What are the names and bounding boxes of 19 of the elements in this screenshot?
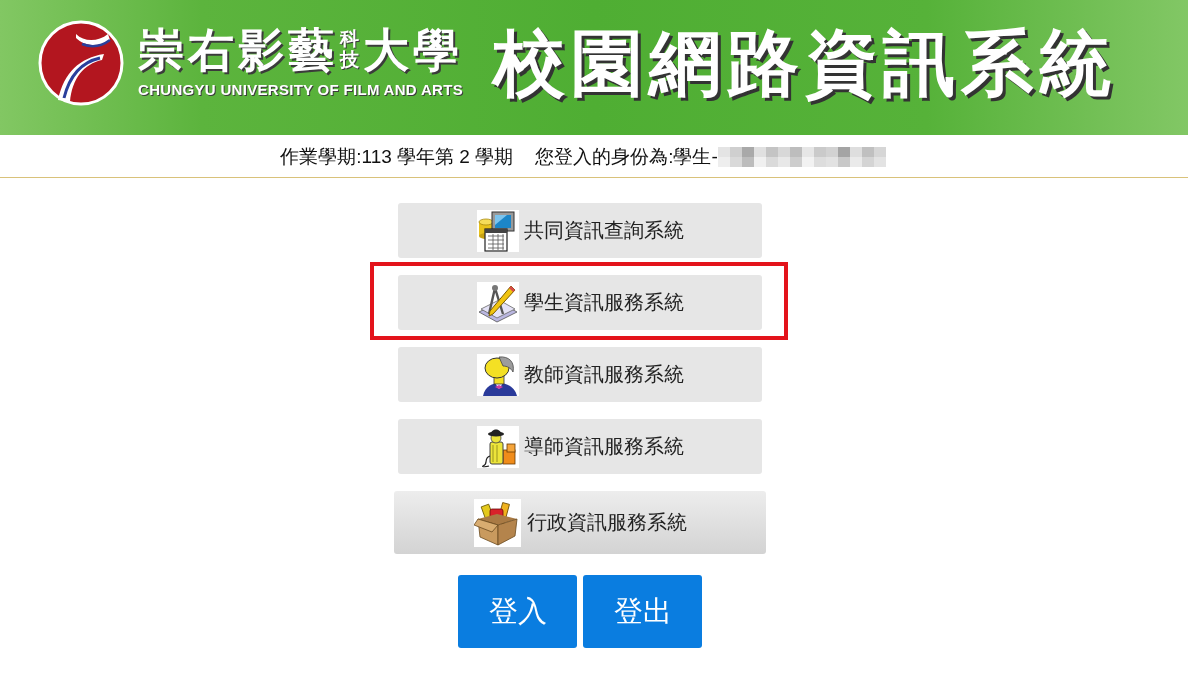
school-name: 崇右影藝 [138, 27, 338, 73]
term-text: 作業學期:113 學年第 2 學期 [280, 144, 514, 169]
school-name-english: CHUNGYU UNIVERSITY OF FILM AND ARTS [138, 81, 463, 98]
system-button[interactable]: 導師資訊服務系統 [398, 419, 762, 474]
system-button[interactable]: 共同資訊查詢系統 [398, 203, 762, 258]
logout-button[interactable]: 登出 [583, 575, 702, 648]
logo-icon [38, 19, 124, 106]
system-button[interactable]: 教師資訊服務系統 [398, 347, 762, 402]
box-icon [473, 498, 521, 547]
person-icon [476, 353, 519, 396]
login-button[interactable]: 登入 [458, 575, 577, 648]
computer-database-icon [476, 209, 519, 252]
drafting-tools-icon [476, 281, 519, 324]
identity-text: 您登入的身份為:學生- [535, 144, 718, 169]
system-button[interactable]: 學生資訊服務系統 [398, 275, 762, 330]
system-button[interactable]: 行政資訊服務系統 [394, 491, 766, 554]
person-with-chair-icon [476, 425, 519, 468]
school-name: 大學 [363, 27, 463, 73]
school-name: 科技 [340, 29, 359, 71]
